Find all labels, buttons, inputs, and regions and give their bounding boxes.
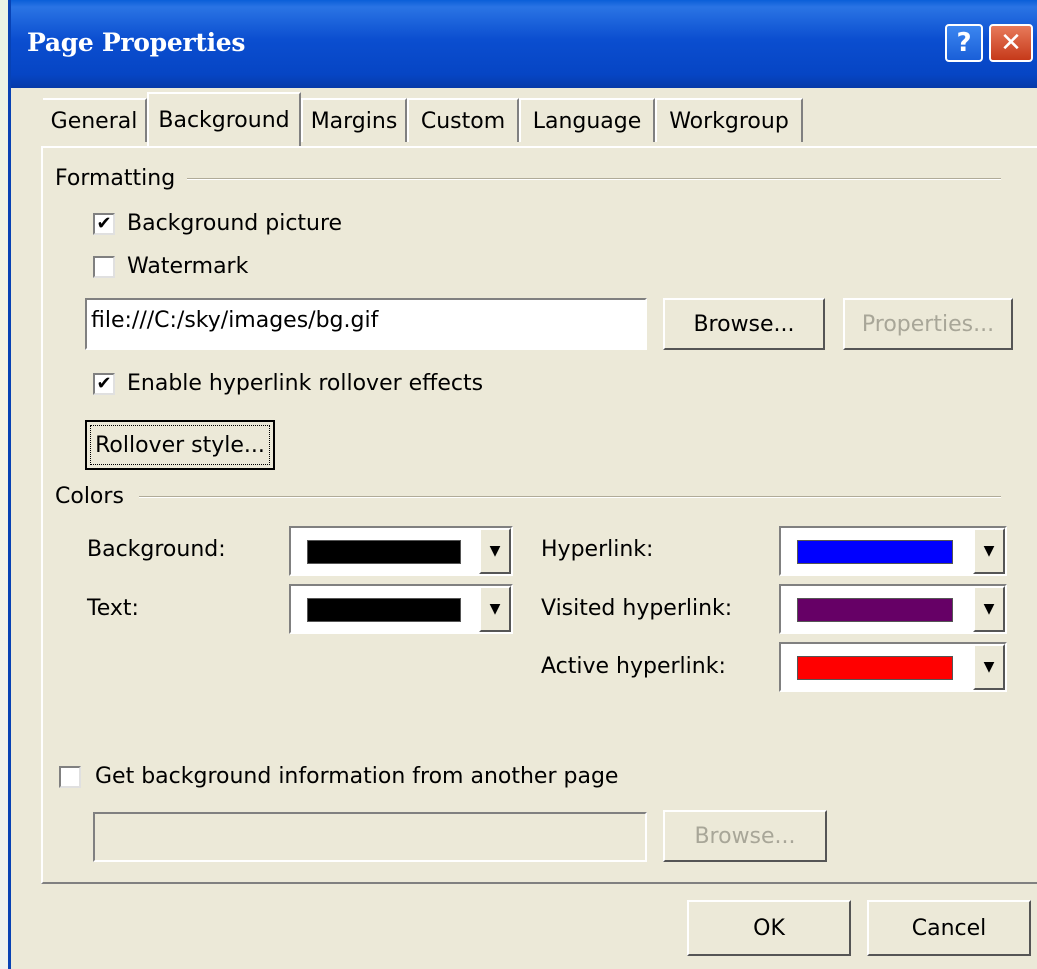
browse-button[interactable]: Browse... [663,298,825,350]
colors-group-label: Colors [55,484,124,509]
close-button[interactable]: ✕ [989,24,1033,62]
properties-button[interactable]: Properties... [843,298,1013,350]
tab-language[interactable]: Language [519,98,655,142]
text-color-picker[interactable]: ▼ [289,584,513,634]
dialog-title: Page Properties [27,28,246,57]
hyperlink-color-picker[interactable]: ▼ [779,526,1007,576]
text-color-label: Text: [87,596,139,621]
chevron-down-icon[interactable]: ▼ [973,644,1005,690]
visited-hyperlink-color-picker[interactable]: ▼ [779,584,1007,634]
colors-divider [139,496,1001,498]
ok-button[interactable]: OK [687,900,851,956]
other-page-browse-button[interactable]: Browse... [663,810,827,862]
check-icon: ✔ [96,373,112,394]
tab-margins[interactable]: Margins [301,98,407,142]
watermark-label: Watermark [127,254,249,279]
cancel-button[interactable]: Cancel [867,900,1031,956]
visited-hyperlink-color-swatch [797,598,953,622]
visited-hyperlink-color-label: Visited hyperlink: [541,596,733,621]
help-icon: ? [956,28,972,58]
background-color-swatch [307,540,461,564]
rollover-effects-checkbox[interactable]: ✔ [93,373,115,395]
tab-background[interactable]: Background [147,92,301,146]
text-color-swatch [307,598,461,622]
close-icon: ✕ [1000,28,1022,58]
hyperlink-color-swatch [797,540,953,564]
chevron-down-icon[interactable]: ▼ [973,528,1005,574]
active-hyperlink-color-picker[interactable]: ▼ [779,642,1007,692]
page-properties-dialog: Page Properties ? ✕ General Background M… [8,0,1037,969]
hyperlink-color-label: Hyperlink: [541,537,654,562]
background-color-picker[interactable]: ▼ [289,526,513,576]
chevron-down-icon[interactable]: ▼ [479,528,511,574]
active-hyperlink-color-label: Active hyperlink: [541,654,726,679]
tab-strip: General Background Margins Custom Langua… [43,92,1037,148]
other-page-path-field[interactable] [93,812,647,862]
chevron-down-icon[interactable]: ▼ [479,586,511,632]
formatting-group-label: Formatting [55,166,176,191]
active-hyperlink-color-swatch [797,656,953,680]
background-picture-path-field[interactable]: file:///C:/sky/images/bg.gif [85,298,647,350]
tab-general[interactable]: General [43,98,147,142]
background-from-page-checkbox[interactable] [59,766,81,788]
watermark-checkbox[interactable] [93,256,115,278]
chevron-down-icon[interactable]: ▼ [973,586,1005,632]
rollover-effects-label: Enable hyperlink rollover effects [127,371,484,396]
background-from-page-label: Get background information from another … [95,764,619,789]
tab-workgroup[interactable]: Workgroup [655,98,803,142]
title-bar[interactable]: Page Properties ? ✕ [11,0,1037,88]
formatting-divider [187,178,1001,180]
help-button[interactable]: ? [945,24,983,62]
background-color-label: Background: [87,537,226,562]
tab-custom[interactable]: Custom [407,98,519,142]
check-icon: ✔ [96,213,112,234]
background-picture-label: Background picture [127,211,343,236]
background-picture-checkbox[interactable]: ✔ [93,213,115,235]
rollover-style-button[interactable]: Rollover style... [85,420,275,470]
